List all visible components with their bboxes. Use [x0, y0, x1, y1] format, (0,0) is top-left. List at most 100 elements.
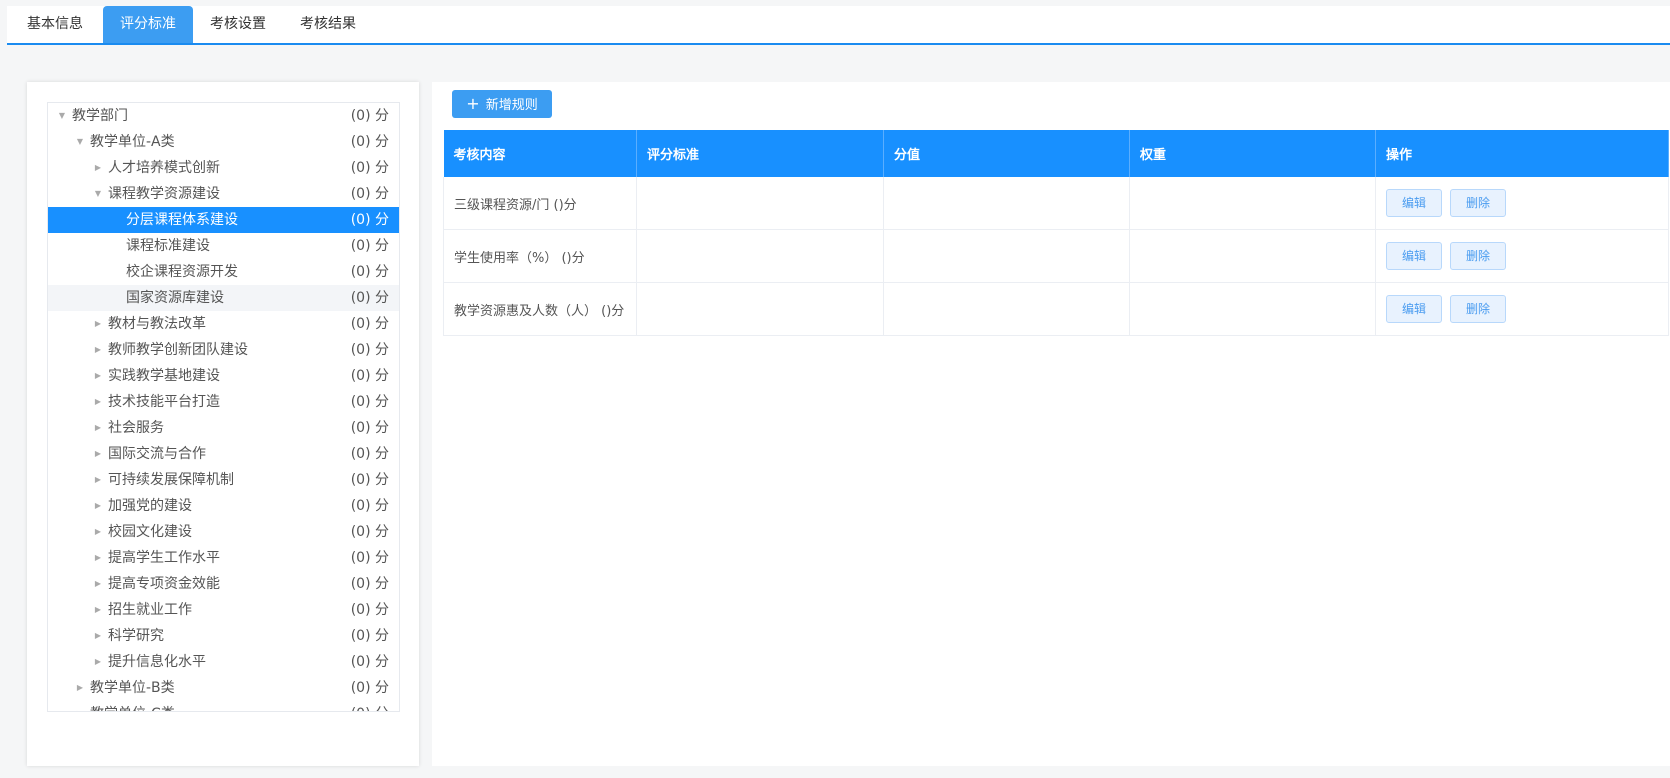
tree-node-label: 提升信息化水平 — [108, 654, 206, 670]
tree-node[interactable]: ▶ 教材与教法改革 (0) 分 — [48, 311, 399, 337]
tree-node[interactable]: ▼ 课程教学资源建设 (0) 分 — [48, 181, 399, 207]
cell-standard — [636, 229, 884, 283]
add-rule-button[interactable]: + 新增规则 — [452, 90, 552, 118]
tree-node-label: 校企课程资源开发 — [126, 264, 238, 280]
tree-node[interactable]: ▶ 社会服务 (0) 分 — [48, 415, 399, 441]
tree-node[interactable]: ▶ 可持续发展保障机制 (0) 分 — [48, 467, 399, 493]
tree-node[interactable]: ▶ 教师教学创新团队建设 (0) 分 — [48, 337, 399, 363]
cell-value — [883, 229, 1130, 283]
cell-content: 教学资源惠及人数（人） ()分 — [443, 282, 637, 336]
tree-node[interactable]: ▶ 技术技能平台打造 (0) 分 — [48, 389, 399, 415]
tree-node-label: 教材与教法改革 — [108, 316, 206, 332]
caret-right-icon[interactable]: ▶ — [92, 311, 104, 337]
tree-node-label: 教学单位-C类 — [90, 701, 175, 711]
caret-right-icon[interactable]: ▶ — [92, 337, 104, 363]
cell-actions: 编辑 删除 — [1375, 177, 1669, 230]
tree-node-label: 可持续发展保障机制 — [108, 472, 234, 488]
tree-node-score: (0) 分 — [350, 342, 389, 358]
tree-node[interactable]: ▶ 科学研究 (0) 分 — [48, 623, 399, 649]
tree-node-score: (0) 分 — [350, 134, 389, 150]
caret-down-icon[interactable]: ▼ — [74, 129, 86, 155]
tree-node[interactable]: ▶ 加强党的建设 (0) 分 — [48, 493, 399, 519]
tree-node-label: 提高专项资金效能 — [108, 576, 220, 592]
delete-button[interactable]: 删除 — [1450, 295, 1506, 323]
tree-node[interactable]: ▶ 校园文化建设 (0) 分 — [48, 519, 399, 545]
caret-down-icon[interactable]: ▼ — [56, 103, 68, 129]
caret-right-icon[interactable]: ▶ — [92, 493, 104, 519]
edit-button[interactable]: 编辑 — [1386, 295, 1442, 323]
caret-right-icon[interactable]: ▶ — [74, 675, 86, 701]
caret-right-icon[interactable]: ▶ — [92, 389, 104, 415]
tree-node[interactable]: ▼ 教学部门 (0) 分 — [48, 103, 399, 129]
tree-node[interactable]: ▶ 提高专项资金效能 (0) 分 — [48, 571, 399, 597]
tree-node-score: (0) 分 — [350, 628, 389, 644]
tree-node-score: (0) 分 — [350, 654, 389, 670]
cell-standard — [636, 177, 884, 230]
header-content: 考核内容 — [443, 130, 637, 177]
tree-node-label: 招生就业工作 — [108, 602, 192, 618]
tree-node[interactable]: ▶ 教学单位-B类 (0) 分 — [48, 675, 399, 701]
tree-node[interactable]: ▼ 教学单位-A类 (0) 分 — [48, 129, 399, 155]
tree-node-score: (0) 分 — [351, 701, 389, 711]
caret-right-icon[interactable]: ▶ — [92, 545, 104, 571]
tree-node-label: 实践教学基地建设 — [108, 368, 220, 384]
tree-node[interactable]: ▶ 实践教学基地建设 (0) 分 — [48, 363, 399, 389]
caret-right-icon[interactable]: ▶ — [92, 597, 104, 623]
tree-node-label: 教学单位-A类 — [90, 134, 175, 150]
tab-basic-info[interactable]: 基本信息 — [7, 6, 103, 43]
caret-right-icon[interactable]: ▶ — [92, 415, 104, 441]
tab-assessment-settings[interactable]: 考核设置 — [193, 6, 283, 43]
caret-right-icon[interactable]: ▶ — [92, 623, 104, 649]
table-row: 学生使用率（%） ()分 编辑 删除 — [443, 229, 1669, 283]
edit-button[interactable]: 编辑 — [1386, 189, 1442, 217]
tree-node-score: (0) 分 — [350, 446, 389, 462]
tree-node-score: (0) 分 — [350, 394, 389, 410]
tab-assessment-results[interactable]: 考核结果 — [283, 6, 373, 43]
caret-right-icon[interactable]: ▶ — [74, 701, 86, 711]
tab-scoring-standard[interactable]: 评分标准 — [103, 6, 193, 43]
caret-right-icon[interactable]: ▶ — [92, 519, 104, 545]
tree-node-label: 人才培养模式创新 — [108, 160, 220, 176]
edit-button[interactable]: 编辑 — [1386, 242, 1442, 270]
delete-button[interactable]: 删除 — [1450, 242, 1506, 270]
tree-node-score: (0) 分 — [350, 524, 389, 540]
caret-right-icon[interactable]: ▶ — [92, 441, 104, 467]
tree-node[interactable]: 校企课程资源开发 (0) 分 — [48, 259, 399, 285]
tree-node[interactable]: ▶ 提升信息化水平 (0) 分 — [48, 649, 399, 675]
caret-right-icon[interactable]: ▶ — [92, 155, 104, 181]
tree-node-score: (0) 分 — [350, 680, 389, 696]
tree-node-score: (0) 分 — [350, 550, 389, 566]
tree-node-label: 技术技能平台打造 — [108, 394, 220, 410]
tree-node-score: (0) 分 — [350, 108, 389, 124]
caret-right-icon[interactable]: ▶ — [92, 649, 104, 675]
tree-node-score: (0) 分 — [350, 186, 389, 202]
cell-weight — [1129, 177, 1376, 230]
tree-node[interactable]: 国家资源库建设 (0) 分 — [48, 285, 399, 311]
tree-node[interactable]: ▶ 招生就业工作 (0) 分 — [48, 597, 399, 623]
tree-node[interactable]: ▶ 人才培养模式创新 (0) 分 — [48, 155, 399, 181]
tree-node-score: (0) 分 — [350, 238, 389, 254]
tree-node-score: (0) 分 — [350, 264, 389, 280]
tree-node[interactable]: ▶ 提高学生工作水平 (0) 分 — [48, 545, 399, 571]
plus-icon: + — [466, 94, 480, 113]
tree-node-score: (0) 分 — [350, 498, 389, 514]
cell-content: 三级课程资源/门 ()分 — [443, 177, 637, 230]
tree-node[interactable]: 课程标准建设 (0) 分 — [48, 233, 399, 259]
delete-button[interactable]: 删除 — [1450, 189, 1506, 217]
cell-standard — [636, 282, 884, 336]
tree-node-label: 分层课程体系建设 — [126, 212, 238, 228]
caret-down-icon[interactable]: ▼ — [92, 181, 104, 207]
tree-node[interactable]: ▶ 教学单位-C类 (0) 分 — [48, 701, 399, 711]
tree-node-score: (0) 分 — [350, 602, 389, 618]
tree-node[interactable]: 分层课程体系建设 (0) 分 — [48, 207, 399, 233]
header-weight: 权重 — [1129, 130, 1376, 177]
caret-right-icon[interactable]: ▶ — [92, 363, 104, 389]
department-tree: ▼ 教学部门 (0) 分 ▼ 教学单位-A类 (0) 分 ▶ 人才培养模式创新 (0) 分 ▼ 课程… — [47, 102, 400, 712]
header-standard: 评分标准 — [636, 130, 884, 177]
tree-node[interactable]: ▶ 国际交流与合作 (0) 分 — [48, 441, 399, 467]
cell-actions: 编辑 删除 — [1375, 282, 1669, 336]
caret-right-icon[interactable]: ▶ — [92, 571, 104, 597]
header-value: 分值 — [883, 130, 1130, 177]
caret-right-icon[interactable]: ▶ — [92, 467, 104, 493]
tree-node-score: (0) 分 — [350, 576, 389, 592]
